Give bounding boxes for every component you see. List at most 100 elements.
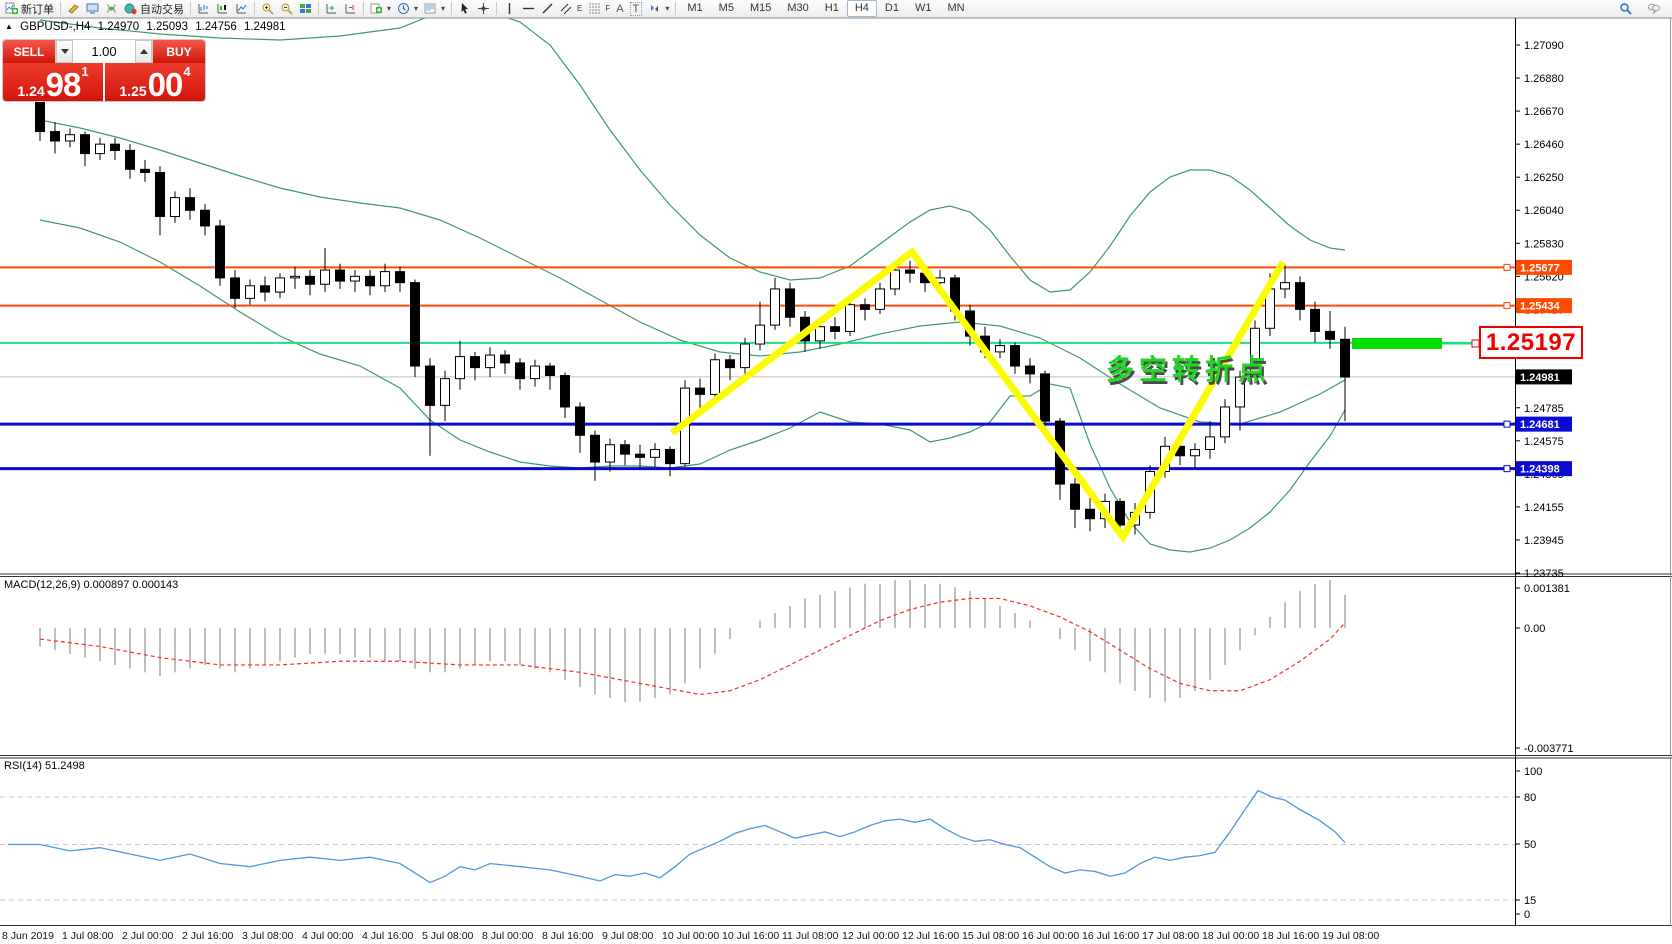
signals-button[interactable] [102,1,121,17]
signals-icon [105,2,118,15]
time-label: 19 Jul 08:00 [1322,930,1379,942]
price-tag-1.25434[interactable]: 1.25434 [1516,298,1572,313]
volume-input[interactable] [73,40,135,63]
vertical-line-button[interactable] [500,1,519,17]
crosshair-button[interactable] [474,1,493,17]
bar-chart-button[interactable] [194,1,213,17]
volume-increase-button[interactable] [135,40,152,63]
time-label: 5 Jul 08:00 [422,930,474,942]
auto-scroll-button[interactable] [322,1,341,17]
axis-tick-label: 1.24785 [1524,403,1564,415]
timeframe-H4[interactable]: H4 [847,0,877,17]
candle-body [711,360,720,395]
rsi-line [8,791,1345,883]
time-label: 12 Jul 16:00 [902,930,959,942]
time-label: 11 Jul 08:00 [782,930,839,942]
candlestick-chart-button[interactable] [213,1,232,17]
level-highlight-rect[interactable] [1352,338,1442,349]
current-price-tag[interactable]: 1.24981 [1516,369,1572,384]
macd-axis-label: 0.001381 [1524,583,1570,595]
time-label: 2 Jul 16:00 [182,930,234,942]
zigzag-annotation[interactable] [672,252,1283,537]
new-order-icon [5,2,18,15]
cursor-button[interactable] [455,1,474,17]
zoom-out-button[interactable] [277,1,296,17]
price-tag-1.24398[interactable]: 1.24398 [1516,461,1572,476]
indicators-button[interactable]: ▾ [367,1,394,17]
timeframe-D1[interactable]: D1 [877,0,907,17]
candle-body [1311,309,1320,331]
crosshair-icon [477,2,490,15]
price-tag-1.24681-text: 1.24681 [1520,419,1560,431]
separator [60,2,61,15]
line-chart-button[interactable] [232,1,251,17]
rsi-label: RSI(14) 51.2498 [4,760,85,772]
turning-point-annotation[interactable]: 多空转折点 [1106,348,1271,388]
zoom-in-button[interactable] [258,1,277,17]
dropdown-arrow-icon: ▾ [441,4,445,13]
rsi-axis-label: 80 [1524,792,1536,804]
arrows-button[interactable]: ▾ [645,1,672,17]
chart-title: ▲ GBPUSD-,H4 1.24970 1.25093 1.24756 1.2… [5,21,290,33]
periods-button[interactable]: ▾ [394,1,421,17]
separator [363,2,364,15]
price-tag-1.25434-text: 1.25434 [1520,301,1561,313]
candle-body [66,135,75,141]
volume-control [55,40,153,63]
autotrading-button[interactable]: 自动交易 [121,1,187,17]
collapse-trade-panel-icon[interactable]: ▲ [5,22,13,31]
chart-shift-button[interactable] [341,1,360,17]
fibonacci-icon [588,2,601,15]
one-click-trading-panel: SELL BUY 1.24981 1.25004 [2,39,206,102]
chat-icon[interactable] [1646,2,1662,15]
sell-price-pip: 1 [81,66,88,78]
axis-tick-label: 1.27090 [1524,40,1564,52]
candle-body [381,272,390,286]
timeframe-W1[interactable]: W1 [907,0,940,17]
candle-body [1326,331,1335,339]
price-tag-1.25677[interactable]: 1.25677 [1516,260,1572,275]
candle-body [906,270,915,273]
channel-button[interactable]: E [557,1,585,17]
horizontal-line-button[interactable] [519,1,538,17]
label-button[interactable]: T [627,1,646,17]
fibonacci-button[interactable]: F [585,1,613,17]
dropdown-arrow-icon: ▾ [414,4,418,13]
templates-icon [424,2,437,15]
candle-body [1191,449,1200,455]
axis-tick-label: 1.23945 [1524,535,1564,547]
new-chart-button[interactable] [64,1,83,17]
volume-decrease-button[interactable] [56,40,73,63]
axis-tick-label: 1.26880 [1524,73,1564,85]
buy-button[interactable]: BUY [153,40,205,63]
timeframe-M30[interactable]: M30 [779,0,816,17]
timeframe-M15[interactable]: M15 [742,0,779,17]
trendline-button[interactable] [538,1,557,17]
candle-body [636,454,645,457]
tile-windows-button[interactable] [296,1,315,17]
new-order-button[interactable]: 新订单 [2,1,57,17]
sell-price-display[interactable]: 1.24981 [3,63,103,102]
timeframe-M5[interactable]: M5 [711,0,742,17]
sell-button[interactable]: SELL [3,40,55,63]
candle-body [126,150,135,169]
timeframe-MN[interactable]: MN [939,0,972,17]
candle-body [291,276,300,278]
text-button[interactable]: A [613,1,626,17]
candle-body [741,344,750,368]
rsi-axis-label: 0 [1524,909,1530,921]
dropdown-arrow-icon: ▾ [665,4,669,13]
candle-body [411,283,420,366]
timeframe-M1[interactable]: M1 [679,0,710,17]
price-tag-1.24681[interactable]: 1.24681 [1516,417,1572,432]
timeframe-H1[interactable]: H1 [817,0,847,17]
templates-button[interactable]: ▾ [421,1,448,17]
buy-price-display[interactable]: 1.25004 [105,63,205,102]
new-order-label: 新订单 [21,1,54,17]
terminal-button[interactable] [83,1,102,17]
search-icon[interactable] [1619,2,1632,15]
callout-anchor-handle[interactable] [1472,340,1479,347]
price-callout[interactable]: 1.25197 [1479,326,1583,359]
rsi-axis-label: 100 [1524,766,1542,778]
bar-chart-icon [197,2,210,15]
